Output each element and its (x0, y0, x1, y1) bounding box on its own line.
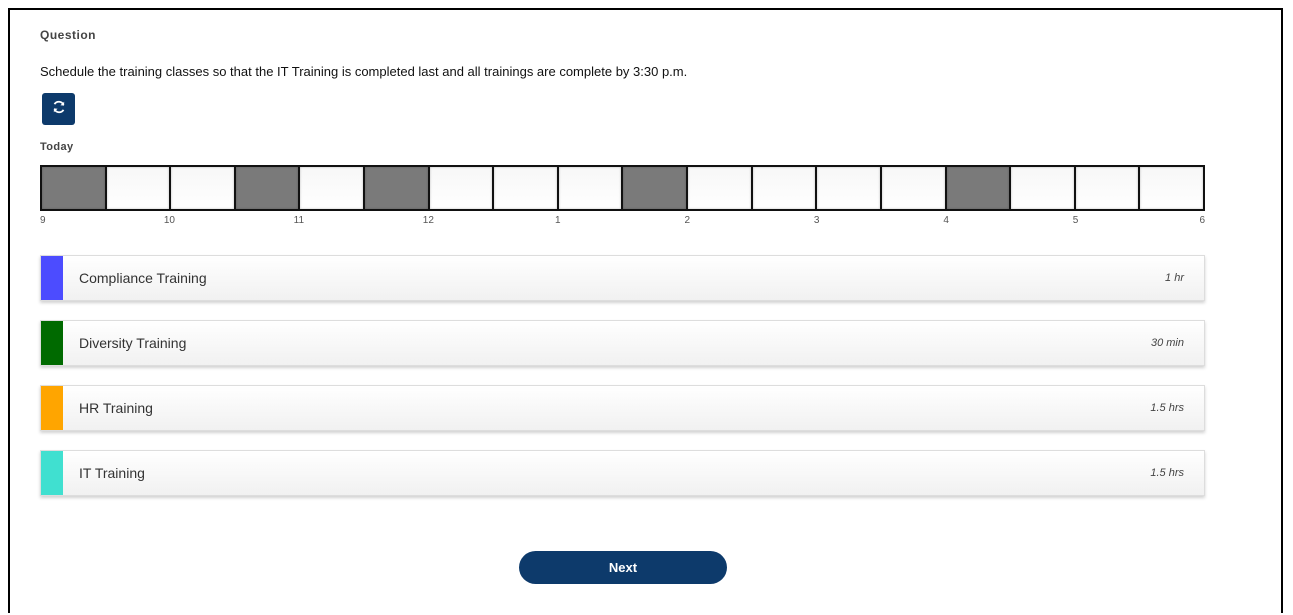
training-color-swatch (41, 386, 63, 430)
training-duration: 30 min (1150, 337, 1184, 349)
training-name: Diversity Training (79, 335, 187, 351)
training-name: Compliance Training (79, 270, 207, 286)
time-tick-label: 3 (813, 215, 820, 226)
training-duration: 1.5 hrs (1150, 467, 1184, 479)
training-item[interactable]: HR Training 1.5 hrs (40, 385, 1205, 431)
time-tick-label: 4 (943, 215, 949, 226)
time-tick-label: 5 (1072, 215, 1079, 226)
training-duration: 1.5 hrs (1150, 402, 1184, 414)
time-tick-label: 12 (422, 215, 434, 226)
training-color-swatch (41, 451, 63, 495)
timeslot-available[interactable] (688, 167, 751, 209)
timeslot-available[interactable] (106, 167, 170, 209)
time-tick-label: 11 (293, 215, 305, 226)
timeslot-available[interactable] (494, 167, 557, 209)
time-tick-label: 6 (1199, 215, 1205, 226)
refresh-icon (51, 99, 67, 120)
timeslot-available[interactable] (881, 167, 945, 209)
timeslot-unavailable[interactable] (946, 167, 1010, 209)
training-item[interactable]: IT Training 1.5 hrs (40, 450, 1205, 496)
timeslot-unavailable[interactable] (235, 167, 299, 209)
timeslot-unavailable[interactable] (42, 167, 105, 209)
timeslot-available[interactable] (1075, 167, 1139, 209)
timeslot-available[interactable] (1011, 167, 1074, 209)
time-axis: 9 10 11 12 1 2 3 4 5 6 (40, 215, 1205, 229)
timeslot-available[interactable] (558, 167, 622, 209)
training-color-swatch (41, 256, 63, 300)
time-tick-label: 2 (684, 215, 690, 226)
training-name: IT Training (79, 465, 145, 481)
timeslot-unavailable[interactable] (365, 167, 428, 209)
time-tick-label: 1 (554, 215, 561, 226)
training-name: HR Training (79, 400, 153, 416)
time-tick-label: 10 (163, 215, 175, 226)
timeslot-available[interactable] (300, 167, 364, 209)
timeslot-available[interactable] (817, 167, 880, 209)
timeslot-available[interactable] (752, 167, 816, 209)
timeslot-available[interactable] (429, 167, 493, 209)
timeslot-available[interactable] (171, 167, 234, 209)
question-label: Question (40, 28, 97, 42)
training-item[interactable]: Compliance Training 1 hr (40, 255, 1205, 301)
timeslot-unavailable[interactable] (623, 167, 687, 209)
time-tick-label: 9 (40, 215, 46, 226)
reset-button[interactable] (42, 93, 75, 125)
training-duration: 1 hr (1165, 272, 1184, 284)
training-color-swatch (41, 321, 63, 365)
schedule-timeline[interactable] (40, 165, 1205, 211)
question-frame (8, 8, 1283, 613)
next-button[interactable]: Next (519, 551, 727, 584)
timeslot-available[interactable] (1140, 167, 1203, 209)
question-text: Schedule the training classes so that th… (40, 64, 688, 79)
day-label: Today (40, 141, 74, 153)
training-item[interactable]: Diversity Training 30 min (40, 320, 1205, 366)
